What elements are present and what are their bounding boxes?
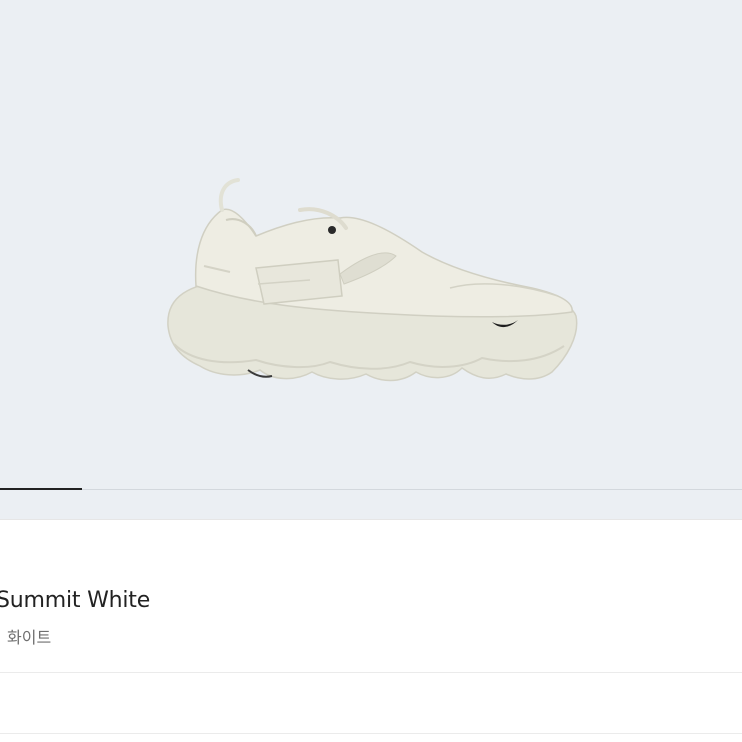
sneaker-image xyxy=(167,178,578,382)
product-image-gallery[interactable] xyxy=(0,0,742,519)
section-divider xyxy=(0,672,742,673)
section-divider xyxy=(0,519,742,520)
product-subtitle: 화이트 xyxy=(7,628,52,647)
product-name: Summit White xyxy=(0,588,151,613)
section-divider xyxy=(0,733,742,734)
gallery-progress-track xyxy=(0,489,742,490)
gallery-progress-indicator xyxy=(0,488,82,490)
